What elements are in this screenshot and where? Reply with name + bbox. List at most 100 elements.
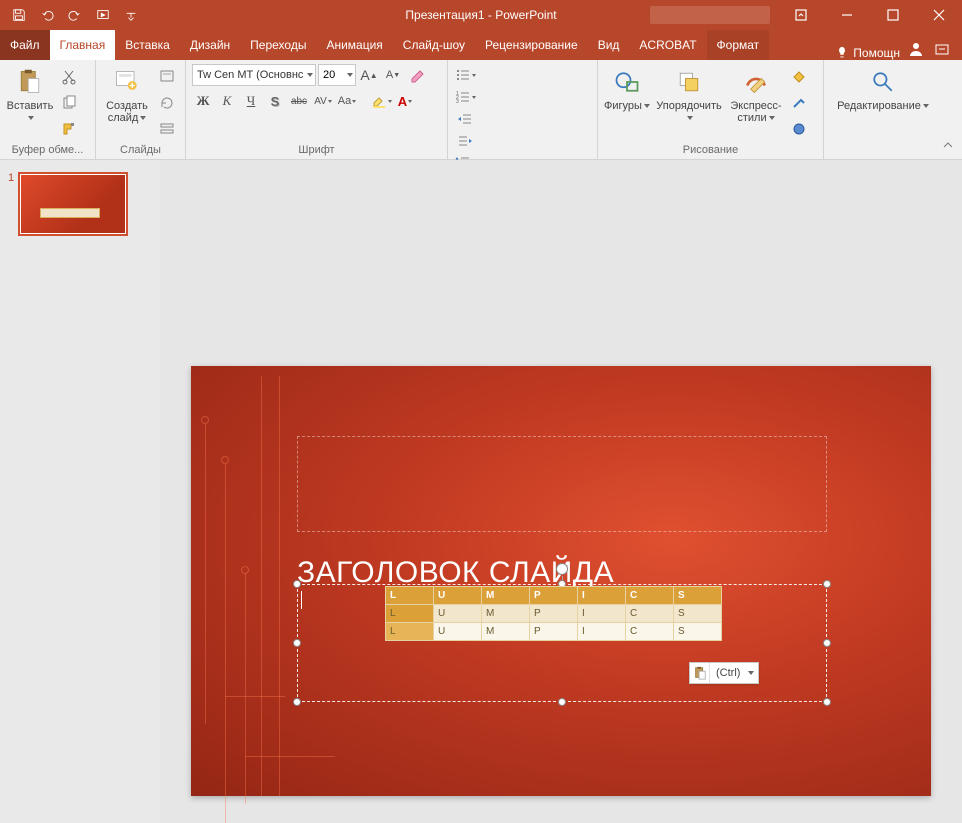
shapes-button[interactable]: Фигуры xyxy=(604,64,650,112)
increase-indent-icon[interactable] xyxy=(454,130,476,152)
shapes-label: Фигуры xyxy=(604,100,650,112)
numbering-icon[interactable]: 123 xyxy=(454,86,476,108)
quick-styles-button[interactable]: Экспресс-стили xyxy=(728,64,784,124)
signin-icon[interactable] xyxy=(908,41,924,60)
shadow-button[interactable]: S xyxy=(264,90,286,112)
resize-handle[interactable] xyxy=(293,698,301,706)
quick-styles-icon xyxy=(740,66,772,98)
workspace: 1 ЗАГОЛОВОК СЛАЙДА xyxy=(0,160,962,823)
title-bar: Презентация1 - PowerPoint xyxy=(0,0,962,30)
tab-transitions[interactable]: Переходы xyxy=(240,30,316,60)
group-paragraph: 123 llâ Абзац xyxy=(448,60,598,159)
paste-label: Вставить xyxy=(6,100,54,124)
shrink-font-icon[interactable]: A▼ xyxy=(382,64,404,86)
slide-reset-icon[interactable] xyxy=(156,92,178,114)
slides-group-label: Слайды xyxy=(102,142,179,159)
undo-icon[interactable] xyxy=(34,0,60,30)
group-editing: Редактирование xyxy=(824,60,942,159)
thumbnail-pane[interactable]: 1 xyxy=(0,160,160,823)
share-icon[interactable] xyxy=(934,41,950,60)
find-icon xyxy=(867,66,899,98)
qat-customize-icon[interactable] xyxy=(118,0,144,30)
window-title: Презентация1 - PowerPoint xyxy=(405,8,556,22)
tab-file[interactable]: Файл xyxy=(0,30,50,60)
resize-handle[interactable] xyxy=(823,639,831,647)
group-clipboard: Вставить Буфер обме... xyxy=(0,60,96,159)
strikethrough-button[interactable]: abc xyxy=(288,90,310,112)
slide-thumbnail-1[interactable] xyxy=(18,172,128,236)
font-color-icon[interactable]: A xyxy=(394,90,416,112)
shape-outline-icon[interactable] xyxy=(788,92,810,114)
tab-design[interactable]: Дизайн xyxy=(180,30,240,60)
tab-view[interactable]: Вид xyxy=(588,30,630,60)
paste-button[interactable]: Вставить xyxy=(6,64,54,124)
minimize-icon[interactable] xyxy=(824,0,870,30)
resize-handle[interactable] xyxy=(293,580,301,588)
slide-canvas[interactable]: ЗАГОЛОВОК СЛАЙДА L U M P I xyxy=(191,366,931,796)
group-drawing: Фигуры Упорядочить Экспресс-стили Рисова… xyxy=(598,60,824,159)
paste-icon xyxy=(14,66,46,98)
account-name-placeholder xyxy=(650,6,770,24)
table-row: L U M P I C S xyxy=(386,623,722,641)
editing-button[interactable]: Редактирование xyxy=(833,64,933,112)
start-from-beginning-icon[interactable] xyxy=(90,0,116,30)
tab-review[interactable]: Рецензирование xyxy=(475,30,588,60)
bullets-icon[interactable] xyxy=(454,64,476,86)
close-icon[interactable] xyxy=(916,0,962,30)
shape-fill-icon[interactable] xyxy=(788,66,810,88)
drawing-group-label: Рисование xyxy=(604,142,817,159)
tab-home[interactable]: Главная xyxy=(50,30,116,60)
tab-acrobat[interactable]: ACROBAT xyxy=(629,30,706,60)
slide-table[interactable]: L U M P I C S L U M P I C S xyxy=(385,586,722,641)
slide-editor[interactable]: ЗАГОЛОВОК СЛАЙДА L U M P I xyxy=(160,160,962,823)
table-header-row: L U M P I C S xyxy=(386,587,722,605)
resize-handle[interactable] xyxy=(558,698,566,706)
redo-icon[interactable] xyxy=(62,0,88,30)
char-spacing-button[interactable]: AV xyxy=(312,90,334,112)
text-cursor xyxy=(301,591,302,609)
format-painter-icon[interactable] xyxy=(58,118,80,140)
paste-options-icon xyxy=(690,663,710,683)
title-placeholder-outline xyxy=(297,436,827,532)
font-name-combo[interactable]: Tw Cen MT (Основнс xyxy=(192,64,316,86)
resize-handle[interactable] xyxy=(823,698,831,706)
copy-icon[interactable] xyxy=(58,92,80,114)
ribbon-options-icon[interactable] xyxy=(778,0,824,30)
arrange-icon xyxy=(673,66,705,98)
slide-section-icon[interactable] xyxy=(156,118,178,140)
shapes-icon xyxy=(611,66,643,98)
tell-me-search[interactable]: Помощн xyxy=(827,46,908,60)
tab-format[interactable]: Формат xyxy=(707,30,770,60)
paste-options-dropdown-icon[interactable] xyxy=(744,671,758,675)
decrease-indent-icon[interactable] xyxy=(454,108,476,130)
quick-styles-label: Экспресс-стили xyxy=(728,100,784,124)
highlight-color-icon[interactable] xyxy=(370,90,392,112)
new-slide-button[interactable]: Создать слайд xyxy=(102,64,152,124)
group-font: Tw Cen MT (Основнс 20 A▲ A▼ Ж К Ч S abc … xyxy=(186,60,448,159)
paste-options-smarttag[interactable]: (Ctrl) xyxy=(689,662,759,684)
bold-button[interactable]: Ж xyxy=(192,90,214,112)
save-icon[interactable] xyxy=(6,0,32,30)
tab-insert[interactable]: Вставка xyxy=(115,30,180,60)
italic-button[interactable]: К xyxy=(216,90,238,112)
change-case-button[interactable]: Aa xyxy=(336,90,358,112)
ribbon: Вставить Буфер обме... Создать слайд xyxy=(0,60,962,160)
clear-formatting-icon[interactable] xyxy=(406,64,428,86)
cut-icon[interactable] xyxy=(58,66,80,88)
resize-handle[interactable] xyxy=(293,639,301,647)
rotation-handle-icon[interactable] xyxy=(556,563,568,575)
slide-layout-icon[interactable] xyxy=(156,66,178,88)
collapse-ribbon-icon[interactable] xyxy=(940,137,956,153)
tab-animation[interactable]: Анимация xyxy=(316,30,392,60)
tab-slideshow[interactable]: Слайд-шоу xyxy=(393,30,475,60)
maximize-icon[interactable] xyxy=(870,0,916,30)
resize-handle[interactable] xyxy=(823,580,831,588)
font-size-combo[interactable]: 20 xyxy=(318,64,356,86)
font-group-label: Шрифт xyxy=(192,142,441,159)
paste-options-label: (Ctrl) xyxy=(710,667,744,679)
underline-button[interactable]: Ч xyxy=(240,90,262,112)
lightbulb-icon xyxy=(835,46,849,60)
grow-font-icon[interactable]: A▲ xyxy=(358,64,380,86)
shape-effects-icon[interactable] xyxy=(788,118,810,140)
arrange-button[interactable]: Упорядочить xyxy=(654,64,724,124)
